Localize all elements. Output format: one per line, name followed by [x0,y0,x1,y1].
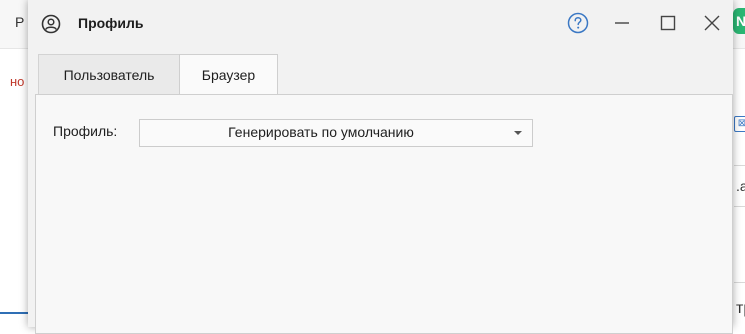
tab-user[interactable]: Пользователь [38,54,180,94]
user-circle-icon [41,14,61,34]
maximize-icon [660,15,676,34]
help-icon [567,12,589,37]
minimize-icon [614,15,630,34]
background-field-text: .a [736,178,745,194]
dialog-content: Пользователь Браузер Профиль: Генерирова… [35,50,733,334]
background-divider [734,282,745,283]
profile-dialog: Профиль Пользователь Браузер Профиль: Ге… [28,0,733,334]
background-blue-underline [0,312,30,314]
profile-select[interactable]: Генерировать по умолчанию [139,119,533,147]
title-bar[interactable]: Профиль [28,0,733,48]
dialog-title: Профиль [78,15,144,31]
background-image-icon: ⊠ [734,116,745,132]
tab-browser[interactable]: Браузер [179,54,278,95]
profile-select-value: Генерировать по умолчанию [228,124,414,140]
maximize-button[interactable] [654,10,682,38]
background-field: .a [734,165,745,207]
background-app-badge: N [733,8,745,34]
dropdown-arrow-icon [514,131,522,135]
tab-panel-browser: Профиль: Генерировать по умолчанию [35,94,733,334]
minimize-button[interactable] [608,10,636,38]
background-left-text: Р [15,14,25,30]
close-icon [704,15,720,34]
background-right-text: тр [736,300,745,317]
profile-label: Профиль: [53,123,118,139]
background-red-text: но [10,74,25,89]
close-button[interactable] [698,10,726,38]
help-button[interactable] [564,10,592,38]
